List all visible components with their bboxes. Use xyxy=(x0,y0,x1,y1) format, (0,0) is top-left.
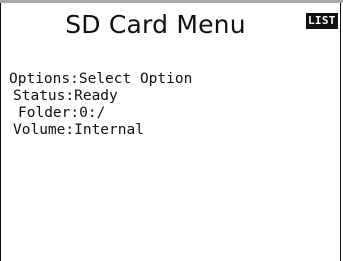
options-row[interactable]: Options:Select Option xyxy=(9,70,192,88)
options-label: Options: xyxy=(9,71,79,87)
options-value[interactable]: Select Option xyxy=(79,70,193,88)
volume-row[interactable]: Volume:Internal xyxy=(13,121,144,139)
status-row: Status:Ready xyxy=(13,87,118,105)
status-value: Ready xyxy=(74,88,118,104)
folder-value[interactable]: 0:/ xyxy=(79,104,105,122)
list-badge[interactable]: LIST xyxy=(306,13,338,29)
volume-value[interactable]: Internal xyxy=(74,121,144,139)
folder-row[interactable]: Folder:0:/ xyxy=(18,104,105,122)
sd-card-menu-screen: SD Card Menu LIST Options:Select Option … xyxy=(0,0,343,261)
folder-label: Folder: xyxy=(18,105,80,121)
status-label: Status: xyxy=(13,88,75,104)
page-title: SD Card Menu xyxy=(65,10,246,39)
volume-label: Volume: xyxy=(13,122,75,138)
